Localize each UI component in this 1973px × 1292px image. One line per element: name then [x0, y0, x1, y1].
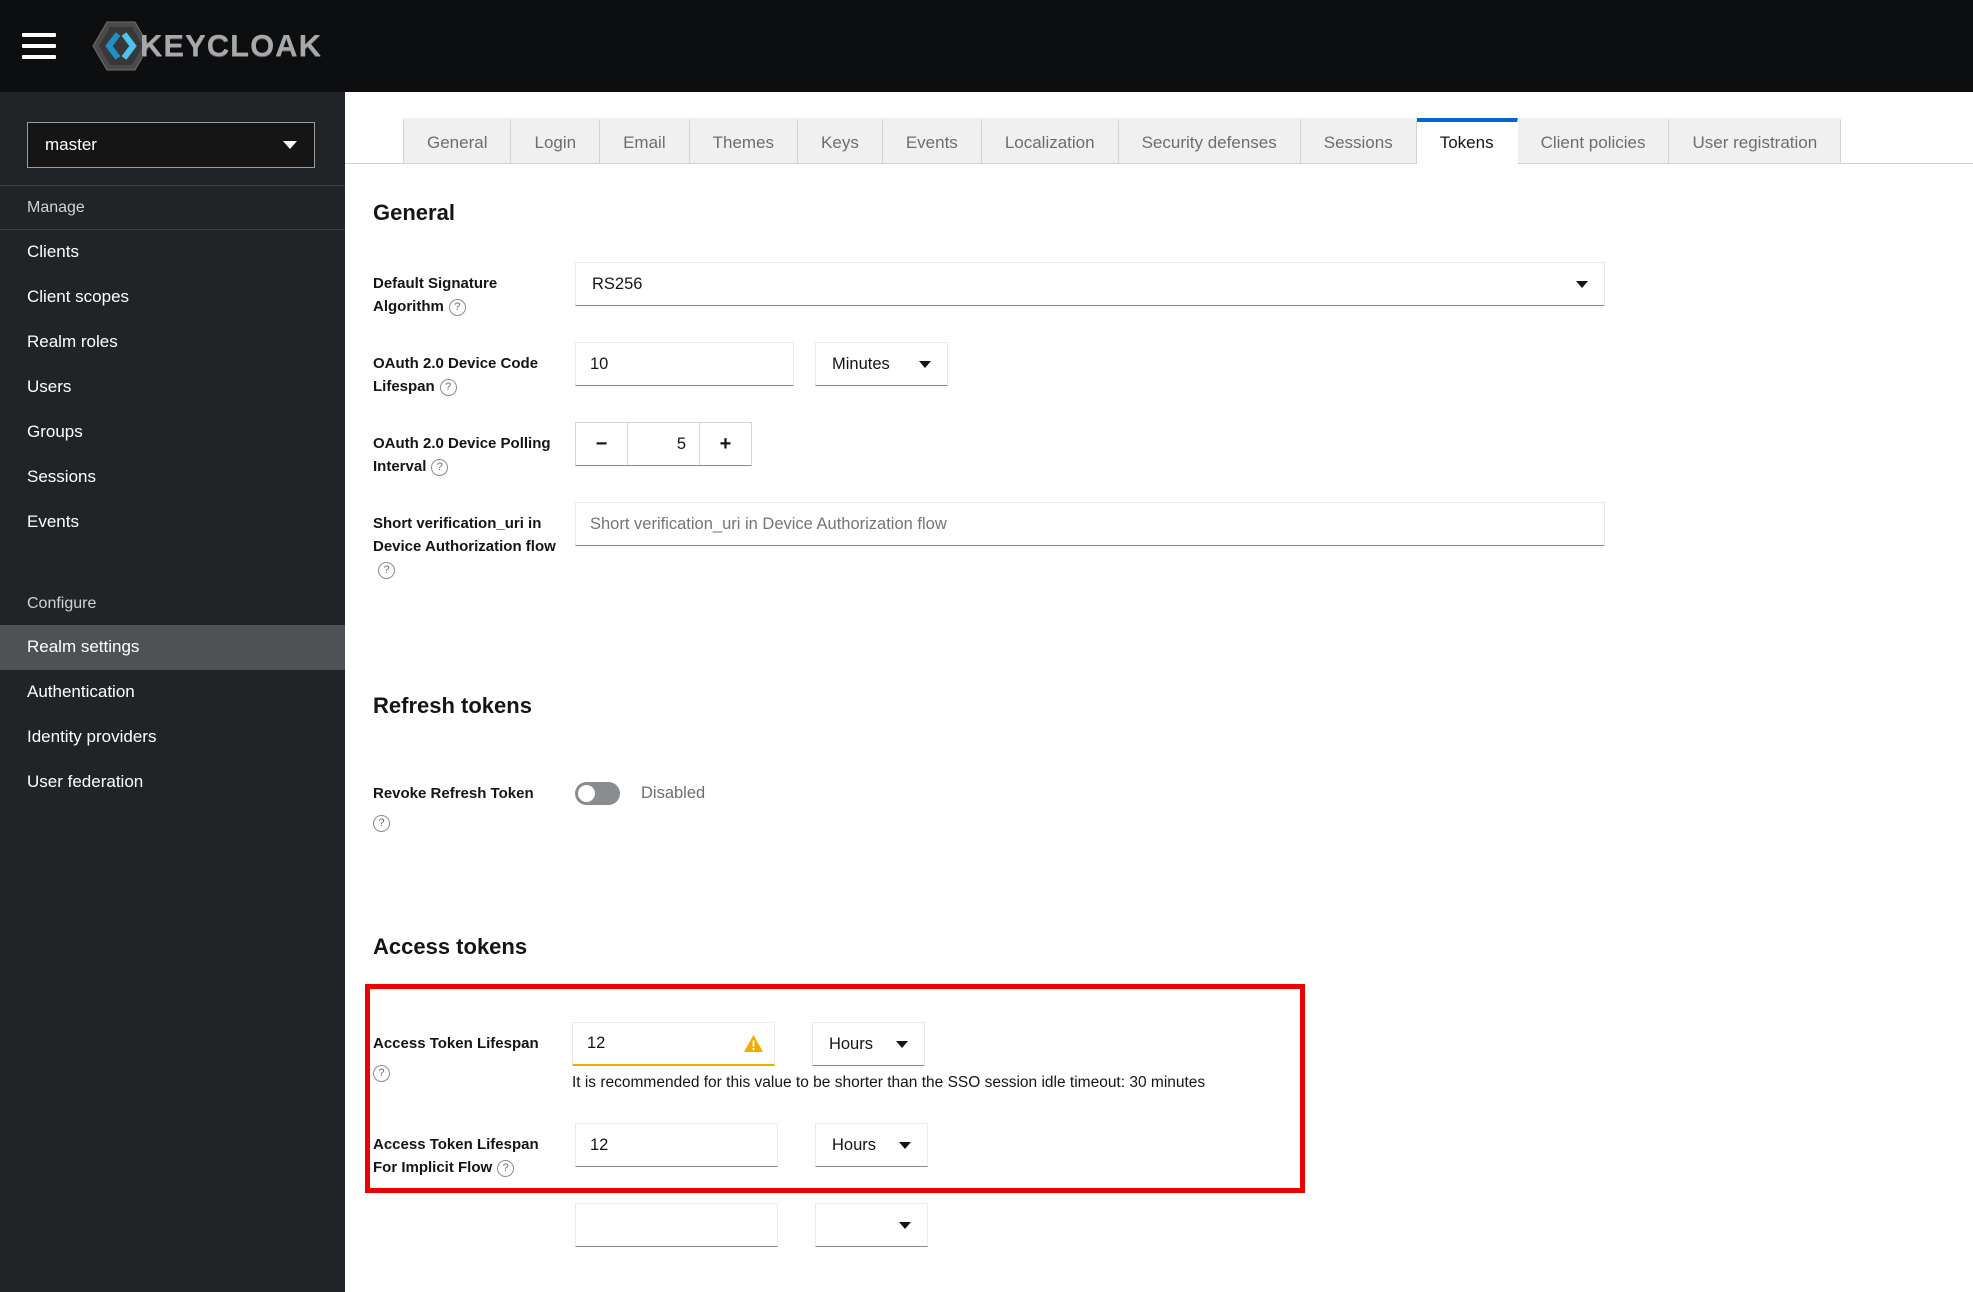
sidebar-item-events[interactable]: Events	[0, 500, 345, 545]
chevron-down-icon	[1576, 280, 1588, 288]
field-access-token-lifespan: Access Token Lifespan Hours	[373, 1022, 1300, 1092]
tab-keys[interactable]: Keys	[798, 118, 883, 163]
tab-tokens[interactable]: Tokens	[1416, 118, 1518, 164]
help-icon[interactable]	[448, 299, 466, 316]
chevron-down-icon	[283, 141, 297, 149]
tab-login[interactable]: Login	[511, 118, 601, 163]
chevron-down-icon	[919, 360, 931, 368]
realm-name: master	[45, 135, 97, 154]
cutoff-input[interactable]	[575, 1203, 778, 1247]
warning-icon	[743, 1035, 763, 1052]
tab-events[interactable]: Events	[882, 118, 982, 163]
toggle-knob	[578, 785, 595, 802]
annotation-red-box: Access Token Lifespan Hours	[365, 984, 1305, 1193]
help-icon[interactable]	[373, 815, 390, 832]
tab-security-defenses[interactable]: Security defenses	[1118, 118, 1301, 163]
field-short-verification-uri: Short verification_uri in Device Authori…	[373, 502, 1973, 581]
section-title-general: General	[373, 200, 455, 225]
help-icon[interactable]	[431, 459, 449, 476]
hamburger-menu-icon[interactable]	[22, 33, 56, 59]
masthead: KEYCLOAK	[0, 0, 1973, 92]
help-icon[interactable]	[373, 1065, 390, 1082]
sidebar-item-user-federation[interactable]: User federation	[0, 760, 345, 805]
tab-sessions[interactable]: Sessions	[1300, 118, 1417, 163]
sidebar-item-realm-settings[interactable]: Realm settings	[0, 625, 345, 670]
cutoff-unit-select[interactable]	[815, 1203, 928, 1247]
realm-selector[interactable]: master	[27, 122, 315, 168]
tab-user-registration[interactable]: User registration	[1669, 118, 1842, 163]
tab-email[interactable]: Email	[600, 118, 690, 163]
tab-localization[interactable]: Localization	[981, 118, 1119, 163]
field-label: Short verification_uri in Device Authori…	[373, 515, 556, 555]
tab-bar: General Login Email Themes Keys Events L…	[345, 118, 1973, 164]
access-token-lifespan-implicit-input[interactable]	[575, 1123, 778, 1167]
chevron-down-icon	[899, 1221, 911, 1229]
brand-text: KEYCLOAK	[140, 28, 322, 63]
revoke-refresh-token-toggle[interactable]	[575, 782, 620, 805]
section-title-access-tokens: Access tokens	[373, 934, 528, 959]
section-title-refresh-tokens: Refresh tokens	[373, 693, 532, 718]
warning-helper-text: It is recommended for this value to be s…	[571, 1074, 1206, 1091]
field-device-code-lifespan: OAuth 2.0 Device Code Lifespan Minutes	[373, 342, 1973, 398]
sidebar-item-identity-providers[interactable]: Identity providers	[0, 715, 345, 760]
selected-value: Hours	[828, 1034, 873, 1053]
access-token-lifespan-implicit-unit-select[interactable]: Hours	[815, 1123, 928, 1167]
selected-value: Minutes	[832, 354, 890, 373]
nav-section-manage: Manage	[27, 199, 85, 216]
tab-client-policies[interactable]: Client policies	[1517, 118, 1670, 163]
field-label: Default Signature Algorithm	[373, 275, 498, 315]
field-cutoff	[373, 1203, 1973, 1247]
access-token-lifespan-unit-select[interactable]: Hours	[811, 1022, 925, 1066]
help-icon[interactable]	[497, 1160, 515, 1177]
device-polling-stepper: − 5 +	[575, 422, 752, 466]
sidebar-item-clients[interactable]: Clients	[0, 230, 345, 275]
selected-value: Hours	[832, 1135, 877, 1154]
minus-button[interactable]: −	[576, 423, 628, 465]
sidebar-item-client-scopes[interactable]: Client scopes	[0, 275, 345, 320]
sidebar-item-authentication[interactable]: Authentication	[0, 670, 345, 715]
field-access-token-lifespan-implicit: Access Token Lifespan For Implicit Flow …	[373, 1123, 1300, 1179]
main-content: General Login Email Themes Keys Events L…	[345, 92, 1973, 1292]
short-verification-uri-input[interactable]	[575, 502, 1605, 546]
tab-themes[interactable]: Themes	[689, 118, 799, 163]
plus-button[interactable]: +	[699, 423, 751, 465]
sidebar: master Manage Clients Client scopes Real…	[0, 92, 345, 1292]
stepper-value[interactable]: 5	[628, 423, 699, 465]
sidebar-item-groups[interactable]: Groups	[0, 410, 345, 455]
selected-value: RS256	[592, 274, 643, 293]
sidebar-item-sessions[interactable]: Sessions	[0, 455, 345, 500]
nav-section-configure: Configure	[27, 595, 97, 612]
field-label: Revoke Refresh Token	[373, 785, 534, 802]
tab-general[interactable]: General	[403, 118, 512, 163]
field-label: OAuth 2.0 Device Polling Interval	[373, 435, 551, 475]
tokens-form: General Default Signature Algorithm RS25…	[345, 200, 1973, 1247]
field-revoke-refresh-token: Revoke Refresh Token Disabled	[373, 782, 1973, 834]
device-code-lifespan-unit-select[interactable]: Minutes	[815, 342, 948, 386]
keycloak-logo: KEYCLOAK	[92, 21, 322, 71]
help-icon[interactable]	[378, 562, 395, 579]
toggle-state-label: Disabled	[641, 784, 706, 802]
chevron-down-icon	[899, 1141, 911, 1149]
field-label: Access Token Lifespan	[373, 1035, 539, 1052]
help-icon[interactable]	[439, 379, 457, 396]
sidebar-item-realm-roles[interactable]: Realm roles	[0, 320, 345, 365]
field-device-polling-interval: OAuth 2.0 Device Polling Interval − 5 +	[373, 422, 1973, 478]
default-signature-algorithm-select[interactable]: RS256	[575, 262, 1605, 306]
device-code-lifespan-input[interactable]	[575, 342, 794, 386]
chevron-down-icon	[895, 1040, 908, 1048]
sidebar-item-users[interactable]: Users	[0, 365, 345, 410]
field-default-signature-algorithm: Default Signature Algorithm RS256	[373, 262, 1973, 318]
